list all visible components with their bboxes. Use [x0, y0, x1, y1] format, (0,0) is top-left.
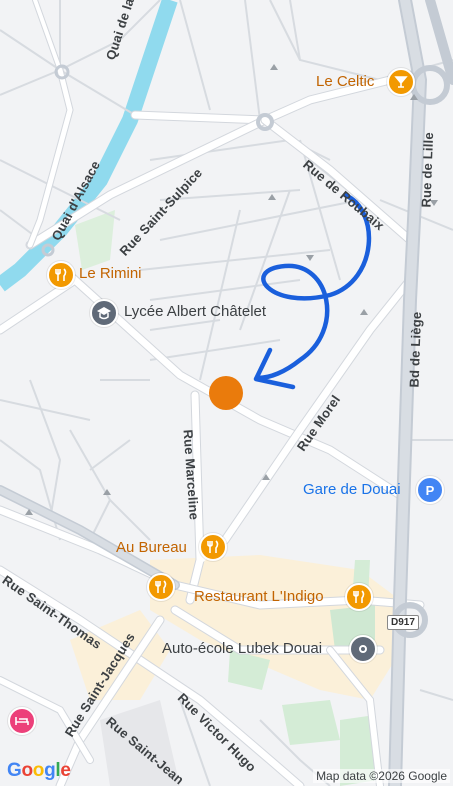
street-label-rue-de-lille: Rue de Lille — [418, 131, 437, 208]
restaurant-icon[interactable] — [47, 261, 75, 289]
poi-label-restaurant-lindigo[interactable]: Restaurant L'Indigo — [194, 588, 324, 605]
map-data-attribution[interactable]: Map data ©2026 Google — [313, 769, 450, 783]
hotel-icon[interactable] — [8, 707, 36, 735]
park-area — [75, 210, 115, 270]
school-icon[interactable] — [90, 299, 118, 327]
poi-label-au-bureau[interactable]: Au Bureau — [116, 539, 187, 556]
pin-icon[interactable] — [349, 635, 377, 663]
cocktail-icon[interactable] — [387, 68, 415, 96]
poi-label-gare-de-douai[interactable]: Gare de Douai — [303, 481, 401, 498]
poi-label-auto-ecole[interactable]: Auto-école Lubek Douai — [162, 640, 322, 657]
parking-icon[interactable]: P — [416, 476, 444, 504]
street-label-bd-de-liege: Bd de Liège — [406, 311, 425, 388]
map-base-layer — [0, 0, 453, 786]
restaurant-icon[interactable] — [147, 573, 175, 601]
poi-label-le-rimini[interactable]: Le Rimini — [79, 265, 142, 282]
poi-label-le-celtic[interactable]: Le Celtic — [316, 73, 374, 90]
google-logo: Google — [7, 760, 71, 781]
poi-label-lycee[interactable]: Lycée Albert Châtelet — [124, 303, 266, 320]
restaurant-icon[interactable] — [199, 533, 227, 561]
park-area — [282, 700, 340, 745]
road-number-badge: D917 — [387, 615, 419, 630]
location-marker — [209, 376, 243, 410]
map-canvas[interactable]: Quai de la Barque Quai d'Alsace Rue Sain… — [0, 0, 453, 786]
restaurant-icon[interactable] — [345, 583, 373, 611]
